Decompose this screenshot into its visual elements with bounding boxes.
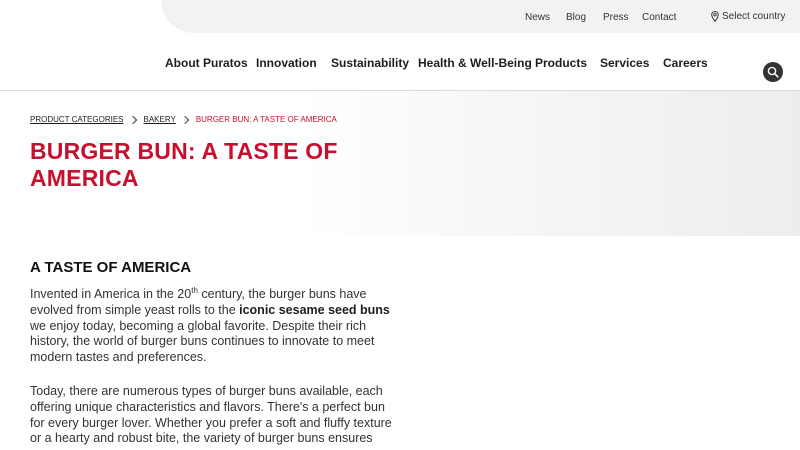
breadcrumb-bakery[interactable]: BAKERY (144, 115, 176, 124)
contact-link[interactable]: Contact (642, 12, 676, 23)
location-pin-icon (711, 11, 719, 22)
nav-innovation[interactable]: Innovation (256, 56, 317, 70)
breadcrumb: PRODUCT CATEGORIES BAKERY BURGER BUN: A … (30, 115, 337, 124)
nav-about-puratos[interactable]: About Puratos (165, 56, 248, 70)
country-selector[interactable]: Select country (711, 11, 785, 22)
body-paragraph: Today, there are numerous types of burge… (30, 384, 392, 446)
blog-link[interactable]: Blog (566, 12, 586, 23)
search-button[interactable] (763, 62, 783, 82)
nav-health-well-being[interactable]: Health & Well-Being (418, 56, 532, 70)
intro-bold-text: iconic sesame seed buns (239, 302, 390, 317)
intro-text-1: Invented in America in the 20 (30, 287, 192, 301)
nav-careers[interactable]: Careers (663, 56, 708, 70)
country-label: Select country (722, 11, 786, 22)
news-link[interactable]: News (525, 12, 550, 23)
breadcrumb-current: BURGER BUN: A TASTE OF AMERICA (195, 115, 337, 124)
search-icon (767, 66, 779, 78)
intro-paragraph: Invented in America in the 20th century,… (30, 285, 396, 366)
nav-sustainability[interactable]: Sustainability (331, 56, 409, 70)
section-title: A TASTE OF AMERICA (30, 259, 192, 276)
utility-bar (161, 0, 800, 33)
breadcrumb-product-categories[interactable]: PRODUCT CATEGORIES (30, 115, 124, 124)
chevron-right-icon (128, 115, 137, 124)
nav-products[interactable]: Products (535, 56, 587, 70)
chevron-right-icon (180, 115, 190, 124)
intro-text-3: we enjoy today, becoming a global favori… (30, 318, 375, 365)
press-link[interactable]: Press (603, 12, 629, 23)
nav-services[interactable]: Services (600, 56, 649, 70)
page-title: BURGER BUN: A TASTE OF AMERICA (30, 138, 338, 191)
intro-superscript: th (191, 285, 198, 295)
